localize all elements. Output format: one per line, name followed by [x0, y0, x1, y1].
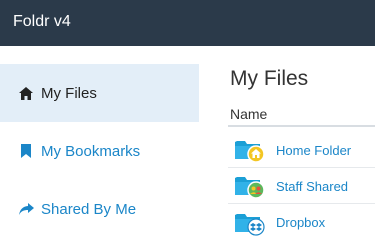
header-divider [228, 125, 375, 127]
file-name: Dropbox [276, 215, 326, 230]
sidebar-item-label: Shared By Me [41, 200, 137, 218]
sidebar: My Files My Bookmarks Shared By Me [0, 46, 200, 248]
home-icon [18, 85, 34, 101]
home-folder-icon [234, 137, 267, 163]
sidebar-item-my-bookmarks[interactable]: My Bookmarks [0, 122, 199, 180]
sidebar-item-my-files[interactable]: My Files [0, 64, 199, 122]
page-title: My Files [230, 67, 309, 90]
app-title: Foldr v4 [13, 13, 71, 30]
file-name: Home Folder [276, 142, 352, 158]
sidebar-item-label: My Files [41, 84, 97, 102]
file-row-home-folder[interactable]: Home Folder [228, 133, 375, 168]
file-name: Staff Shared [276, 178, 349, 194]
file-row-staff-shared[interactable]: Staff Shared [228, 169, 375, 204]
main-panel: My Files Name Home Folder Staff Shared D… [200, 46, 375, 248]
file-row-dropbox[interactable]: Dropbox [228, 205, 375, 240]
dropbox-folder-icon [234, 210, 267, 236]
bookmark-icon [18, 143, 34, 159]
share-icon [18, 201, 34, 217]
sidebar-item-shared-by-me[interactable]: Shared By Me [0, 180, 199, 238]
column-header-name[interactable]: Name [230, 106, 267, 122]
shared-folder-icon [234, 173, 267, 199]
sidebar-item-label: My Bookmarks [41, 142, 141, 160]
app-header: Foldr v4 [0, 0, 375, 46]
